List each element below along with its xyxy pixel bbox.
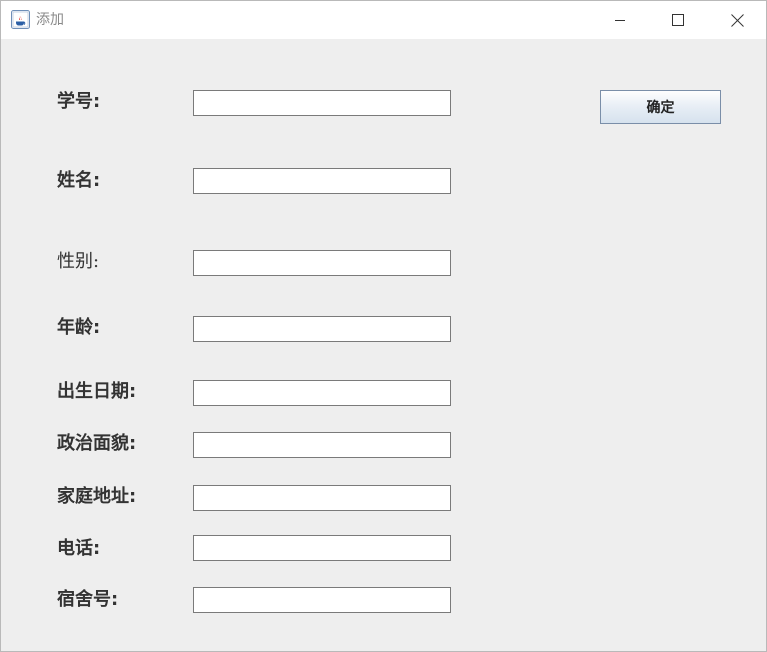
political-status-input[interactable] [193, 432, 451, 458]
student-id-input[interactable] [193, 90, 451, 116]
student-id-label: 学号: [57, 91, 101, 112]
dorm-number-label: 宿舍号: [57, 589, 119, 610]
close-button[interactable] [714, 1, 760, 39]
age-label: 年龄: [57, 317, 101, 338]
window-title: 添加 [36, 12, 64, 28]
title-bar[interactable]: 添加 [1, 1, 766, 39]
phone-label: 电话: [57, 538, 101, 559]
maximize-button[interactable] [655, 1, 701, 39]
home-address-label: 家庭地址: [57, 486, 137, 507]
age-input[interactable] [193, 316, 451, 342]
name-input[interactable] [193, 168, 451, 194]
political-status-label: 政治面貌: [57, 433, 137, 454]
home-address-input[interactable] [193, 485, 451, 511]
maximize-icon [672, 14, 684, 26]
phone-input[interactable] [193, 535, 451, 561]
confirm-button[interactable]: 确定 [600, 90, 721, 124]
gender-input[interactable] [193, 250, 451, 276]
close-icon [730, 13, 744, 27]
dorm-number-input[interactable] [193, 587, 451, 613]
minimize-icon [614, 14, 626, 26]
birth-date-input[interactable] [193, 380, 451, 406]
gender-label: 性别: [57, 251, 100, 272]
birth-date-label: 出生日期: [57, 381, 137, 402]
form-panel: 学号: 姓名: 性别: 年龄: 出生日期: 政治面貌: 家庭地址: 电话: 宿舍… [1, 39, 766, 651]
name-label: 姓名: [57, 170, 101, 191]
java-icon [11, 10, 30, 29]
minimize-button[interactable] [597, 1, 643, 39]
add-dialog-window: 添加 学号: 姓名: 性别: 年龄: 出生日期: 政治面貌: 家庭地址: 电话:… [0, 0, 767, 652]
